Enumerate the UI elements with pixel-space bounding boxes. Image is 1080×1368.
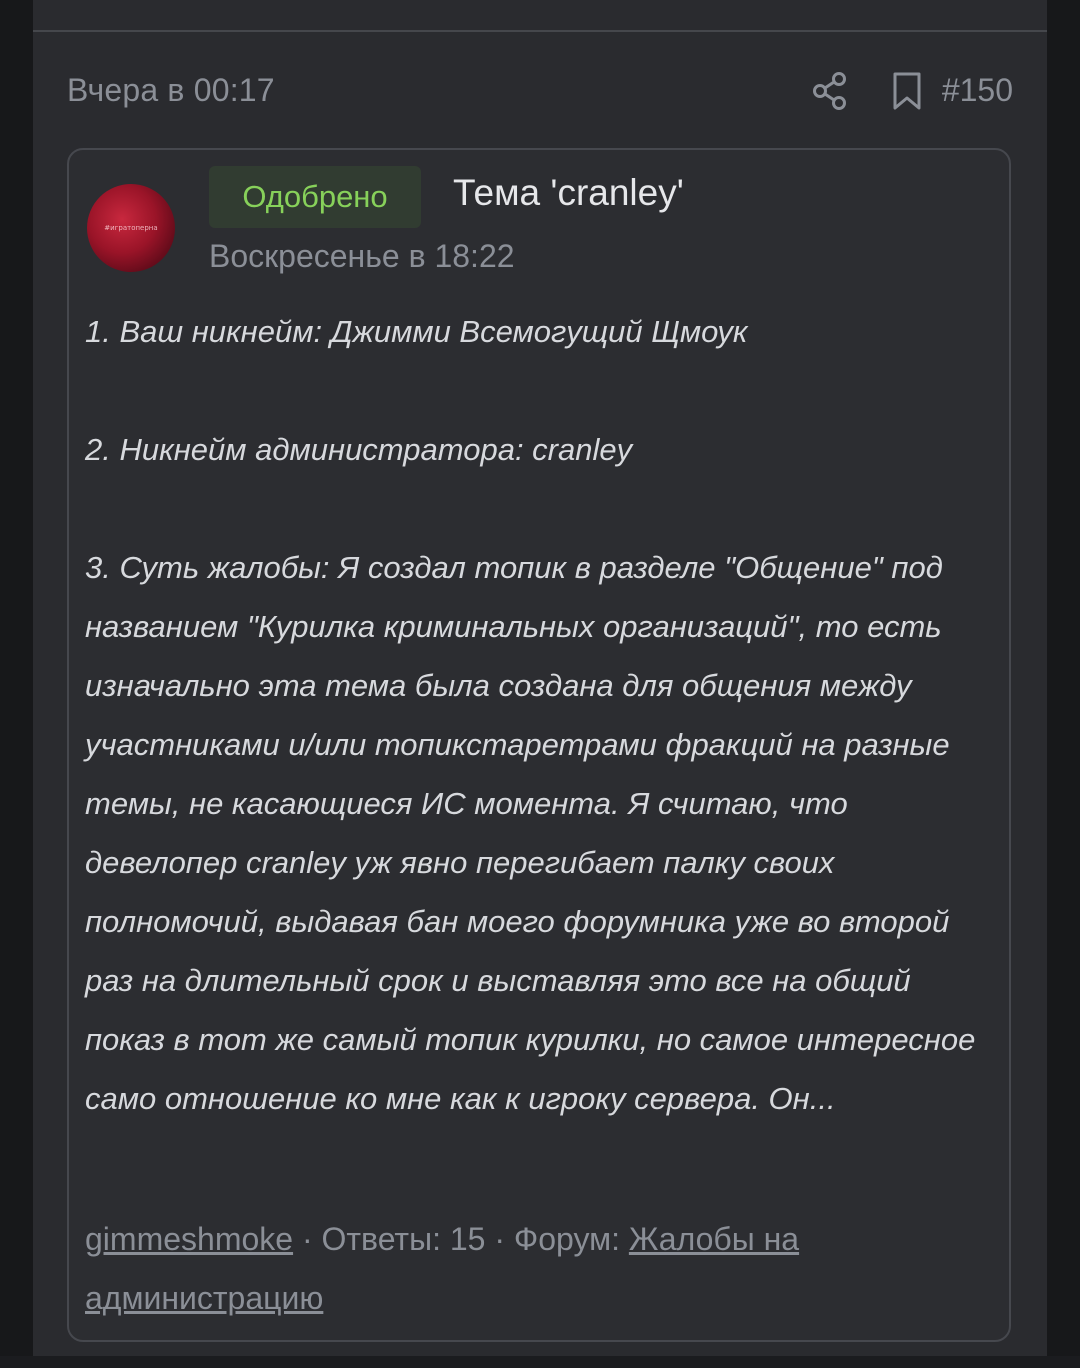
avatar-caption: #игратоперна — [104, 224, 158, 232]
forum-label: Форум: — [513, 1221, 629, 1257]
bookmark-icon[interactable] — [889, 70, 925, 112]
body-paragraph: 2. Никнейм администратора: cranley — [85, 432, 633, 467]
thread-footer: gimmeshmoke · Ответы: 15 · Форум: Жалобы… — [85, 1210, 985, 1328]
post-header: Вчера в 00:17 #150 — [67, 62, 1013, 120]
thread-preview-card: #игратоперна Одобрено Тема 'cranley' Вос… — [67, 148, 1011, 1342]
post-number-link[interactable]: #150 — [942, 72, 1013, 109]
avatar[interactable]: #игратоперна — [87, 184, 175, 272]
body-paragraph: 1. Ваш никнейм: Джимми Всемогущий Щмоук — [85, 314, 748, 349]
status-badge: Одобрено — [209, 166, 421, 228]
right-margin — [1047, 0, 1080, 1368]
divider — [33, 30, 1047, 32]
bottom-strip — [0, 1356, 1080, 1368]
thread-title[interactable]: Тема 'cranley' — [453, 172, 684, 214]
left-margin — [0, 0, 33, 1368]
separator: · — [293, 1221, 322, 1257]
thread-date: Воскресенье в 18:22 — [209, 238, 515, 274]
post-container: Вчера в 00:17 #150 #игратоперна Одобрено… — [33, 0, 1047, 1368]
post-date[interactable]: Вчера в 00:17 — [67, 72, 275, 109]
share-icon[interactable] — [811, 68, 851, 112]
author-link[interactable]: gimmeshmoke — [85, 1221, 293, 1257]
body-paragraph: 3. Суть жалобы: Я создал топик в разделе… — [85, 550, 976, 1116]
replies-count: Ответы: 15 — [321, 1221, 486, 1257]
separator: · — [485, 1221, 514, 1257]
thread-body: 1. Ваш никнейм: Джимми Всемогущий Щмоук … — [85, 302, 995, 1128]
